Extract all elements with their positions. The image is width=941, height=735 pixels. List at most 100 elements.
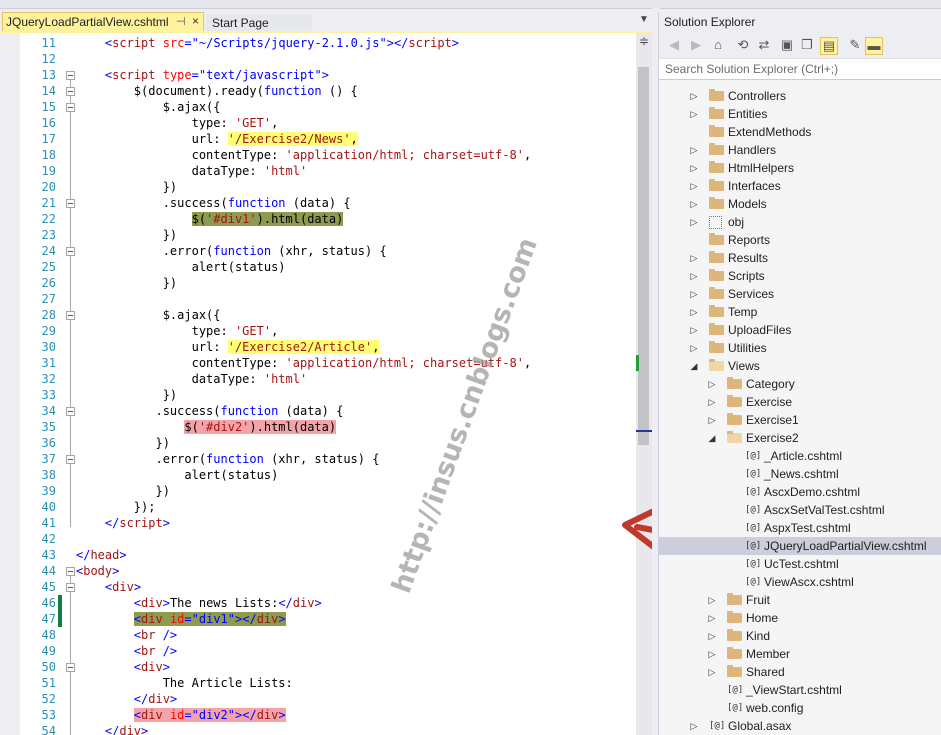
- code-line[interactable]: 16 type: 'GET',: [0, 115, 636, 131]
- code-line[interactable]: 49 <br />: [0, 643, 636, 659]
- tree-item[interactable]: ▷ Scripts: [659, 267, 941, 285]
- tree-item[interactable]: ▷ HtmlHelpers: [659, 159, 941, 177]
- code-line[interactable]: 18 contentType: 'application/html; chars…: [0, 147, 636, 163]
- expand-arrow-icon[interactable]: ▷: [689, 321, 699, 339]
- back-icon[interactable]: ◀: [666, 37, 682, 53]
- expand-arrow-icon[interactable]: ▷: [689, 159, 699, 177]
- close-tab-icon[interactable]: ×: [192, 14, 199, 28]
- code-line[interactable]: 48 <br />: [0, 627, 636, 643]
- editor-vertical-scrollbar[interactable]: ≑: [636, 33, 652, 735]
- home-icon[interactable]: ⌂: [710, 37, 726, 53]
- code-line[interactable]: 51 The Article Lists:: [0, 675, 636, 691]
- tree-item[interactable]: ▷ Fruit: [659, 591, 941, 609]
- collapse-arrow-icon[interactable]: ◢: [707, 429, 717, 447]
- code-line[interactable]: 52 </div>: [0, 691, 636, 707]
- code-line[interactable]: 47 <div id="div1"></div>: [0, 611, 636, 627]
- expand-arrow-icon[interactable]: ▷: [707, 627, 717, 645]
- expand-arrow-icon[interactable]: ▷: [689, 213, 699, 231]
- expand-arrow-icon[interactable]: ▷: [689, 195, 699, 213]
- code-line[interactable]: 15 $.ajax({: [0, 99, 636, 115]
- tree-item[interactable]: ▷ Models: [659, 195, 941, 213]
- code-line[interactable]: 17 url: '/Exercise2/News',: [0, 131, 636, 147]
- collapse-toggle-icon[interactable]: [66, 455, 75, 464]
- tree-item[interactable]: ▷ Exercise: [659, 393, 941, 411]
- collapse-toggle-icon[interactable]: [66, 663, 75, 672]
- collapse-toggle-icon[interactable]: [66, 567, 75, 576]
- properties-icon[interactable]: ✎: [847, 37, 863, 53]
- tree-item[interactable]: ▷ Results: [659, 249, 941, 267]
- code-line[interactable]: 54 </div>: [0, 723, 636, 735]
- collapse-toggle-icon[interactable]: [66, 199, 75, 208]
- collapse-toggle-icon[interactable]: [66, 71, 75, 80]
- tab-jqueryloadpartialview[interactable]: JQueryLoadPartialView.cshtml ⊣ ×: [2, 12, 204, 32]
- expand-arrow-icon[interactable]: ▷: [689, 249, 699, 267]
- tab-dropdown-icon[interactable]: ▼: [639, 14, 649, 25]
- collapse-toggle-icon[interactable]: [66, 583, 75, 592]
- expand-arrow-icon[interactable]: ▷: [689, 141, 699, 159]
- collapse-toggle-icon[interactable]: [66, 103, 75, 112]
- expand-arrow-icon[interactable]: ▷: [707, 609, 717, 627]
- tree-item[interactable]: ▷ Controllers: [659, 87, 941, 105]
- code-line[interactable]: 50 <div>: [0, 659, 636, 675]
- sync-icon[interactable]: ⇄: [756, 37, 772, 53]
- tree-item[interactable]: ▷ Exercise1: [659, 411, 941, 429]
- pin-tab-icon[interactable]: ⊣: [176, 15, 186, 28]
- collapse-icon[interactable]: ▣: [779, 37, 795, 53]
- tree-item[interactable]: ▷ Shared: [659, 663, 941, 681]
- tab-start-page[interactable]: Start Page: [206, 14, 312, 32]
- expand-arrow-icon[interactable]: ▷: [707, 645, 717, 663]
- tree-item[interactable]: ▷ Utilities: [659, 339, 941, 357]
- expand-arrow-icon[interactable]: ▷: [707, 411, 717, 429]
- code-line[interactable]: 13 <script type="text/javascript">: [0, 67, 636, 83]
- tree-item[interactable]: ◢ Exercise2: [659, 429, 941, 447]
- pin-icon[interactable]: ▬: [865, 37, 883, 55]
- tree-item[interactable]: ▷ Services: [659, 285, 941, 303]
- collapse-toggle-icon[interactable]: [66, 311, 75, 320]
- expand-arrow-icon[interactable]: ▷: [689, 285, 699, 303]
- expand-arrow-icon[interactable]: ▷: [689, 339, 699, 357]
- expand-arrow-icon[interactable]: ▷: [707, 375, 717, 393]
- solution-search-input[interactable]: Search Solution Explorer (Ctrl+;): [659, 59, 941, 80]
- code-line[interactable]: 11 <script src="~/Scripts/jquery-2.1.0.j…: [0, 35, 636, 51]
- code-line[interactable]: 14 $(document).ready(function () {: [0, 83, 636, 99]
- tree-item[interactable]: [@] ViewAscx.cshtml: [659, 573, 941, 591]
- code-line[interactable]: 20 }): [0, 179, 636, 195]
- tree-item[interactable]: [@] AscxDemo.cshtml: [659, 483, 941, 501]
- expand-arrow-icon[interactable]: ▷: [707, 393, 717, 411]
- split-icon[interactable]: ≑: [637, 35, 651, 49]
- tree-item[interactable]: [@] AspxTest.cshtml: [659, 519, 941, 537]
- tree-item[interactable]: ▷ obj: [659, 213, 941, 231]
- tree-item[interactable]: [@] web.config: [659, 699, 941, 717]
- code-line[interactable]: 12: [0, 51, 636, 67]
- tree-item[interactable]: ▷ Temp: [659, 303, 941, 321]
- tree-item[interactable]: ▷ Kind: [659, 627, 941, 645]
- tree-item[interactable]: ▷ UploadFiles: [659, 321, 941, 339]
- expand-arrow-icon[interactable]: ▷: [689, 177, 699, 195]
- collapse-toggle-icon[interactable]: [66, 87, 75, 96]
- copy-icon[interactable]: ❐: [799, 37, 815, 53]
- history-icon[interactable]: ⟲: [735, 37, 751, 53]
- tree-item[interactable]: [@] JQueryLoadPartialView.cshtml: [659, 537, 941, 555]
- collapse-arrow-icon[interactable]: ◢: [689, 357, 699, 375]
- expand-arrow-icon[interactable]: ▷: [707, 663, 717, 681]
- tree-item[interactable]: [@] _ViewStart.cshtml: [659, 681, 941, 699]
- tree-item[interactable]: ◢ Views: [659, 357, 941, 375]
- tree-item[interactable]: ▷ [@] Global.asax: [659, 717, 941, 735]
- code-line[interactable]: 53 <div id="div2"></div>: [0, 707, 636, 723]
- tree-item[interactable]: Reports: [659, 231, 941, 249]
- collapse-toggle-icon[interactable]: [66, 247, 75, 256]
- show-files-icon[interactable]: ▤: [820, 37, 838, 55]
- collapse-toggle-icon[interactable]: [66, 407, 75, 416]
- expand-arrow-icon[interactable]: ▷: [707, 591, 717, 609]
- tree-item[interactable]: ExtendMethods: [659, 123, 941, 141]
- tree-item[interactable]: ▷ Home: [659, 609, 941, 627]
- forward-icon[interactable]: ▶: [688, 37, 704, 53]
- expand-arrow-icon[interactable]: ▷: [689, 303, 699, 321]
- expand-arrow-icon[interactable]: ▷: [689, 87, 699, 105]
- tree-item[interactable]: ▷ Member: [659, 645, 941, 663]
- scroll-thumb[interactable]: [638, 67, 649, 445]
- tree-item[interactable]: ▷ Entities: [659, 105, 941, 123]
- tree-item[interactable]: ▷ Handlers: [659, 141, 941, 159]
- tree-item[interactable]: [@] _Article.cshtml: [659, 447, 941, 465]
- expand-arrow-icon[interactable]: ▷: [689, 267, 699, 285]
